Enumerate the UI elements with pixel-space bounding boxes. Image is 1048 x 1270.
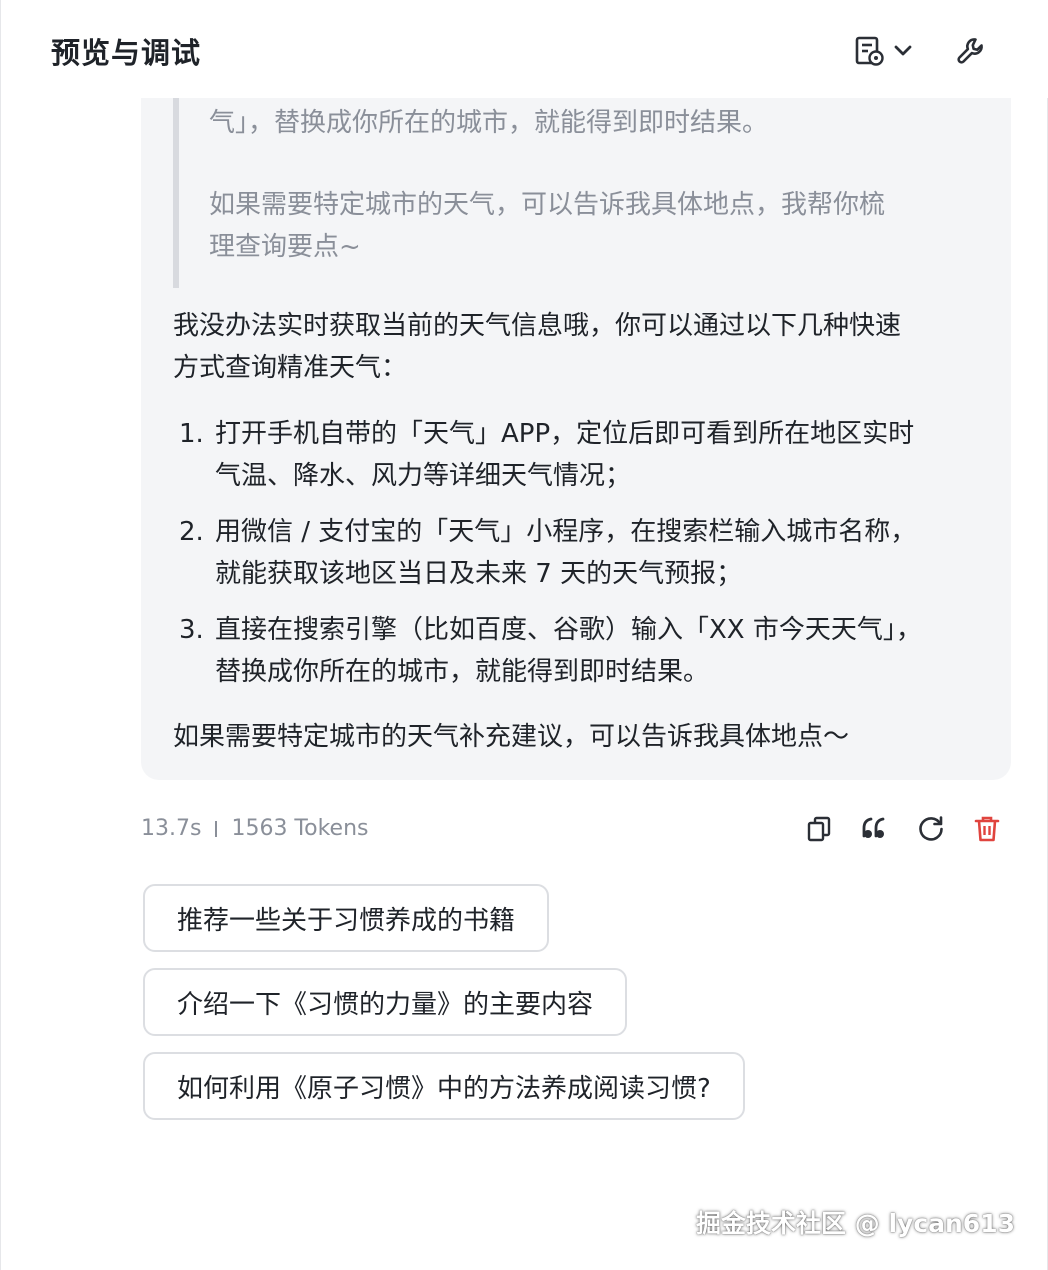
response-time: 13.7s — [141, 816, 202, 841]
list-item: 3. 直接在搜索引擎（比如百度、谷歌）输入「XX 市今天天气」， 替换成你所在的… — [179, 615, 922, 687]
debug-tools-button[interactable] — [955, 32, 989, 70]
quote-icon — [861, 816, 889, 846]
panel-header: 预览与调试 — [1, 0, 1048, 98]
quote-line: 如果需要特定城市的天气，可以告诉我具体地点，我帮你梳 — [209, 190, 886, 220]
meta-divider — [215, 820, 218, 837]
quote-button[interactable] — [861, 816, 889, 846]
quote-line: 气」，替换成你所在的城市，就能得到即时结果。 — [209, 108, 769, 138]
suggested-question-2[interactable]: 介绍一下《习惯的力量》的主要内容 — [143, 968, 628, 1036]
trash-icon — [974, 815, 1000, 847]
regenerate-button[interactable] — [917, 816, 945, 846]
chat-scroll-area[interactable]: 3. 直接在搜索引擎（比如百度、谷歌）输入「XX市今天天 气」，替换成你所在的城… — [1, 98, 1048, 1270]
suggested-question-3[interactable]: 如何利用《原子习惯》中的方法养成阅读习惯? — [143, 1052, 745, 1120]
suggested-question-1[interactable]: 推荐一些关于习惯养成的书籍 — [143, 884, 550, 952]
list-item: 1. 打开手机自带的「天气」APP，定位后即可看到所在地区实时 气温、降水、风力… — [179, 419, 915, 491]
quote-line: 理查询要点~ — [209, 232, 361, 262]
document-settings-button[interactable] — [853, 32, 919, 70]
copy-button[interactable] — [805, 816, 833, 846]
token-count: 1563 Tokens — [231, 816, 369, 841]
answer-closing: 如果需要特定城市的天气补充建议，可以告诉我具体地点～ — [173, 722, 850, 752]
page-title: 预览与调试 — [51, 36, 202, 70]
list-item: 2. 用微信 / 支付宝的「天气」小程序，在搜索栏输入城市名称， 就能获取该地区… — [179, 517, 917, 589]
quoted-previous-reply: 3. 直接在搜索引擎（比如百度、谷歌）输入「XX市今天天 气」，替换成你所在的城… — [173, 98, 973, 288]
watermark: 掘金技术社区 @ lycan613 — [696, 1209, 1015, 1238]
document-settings-icon — [853, 35, 885, 67]
refresh-icon — [917, 815, 945, 847]
copy-icon — [806, 815, 832, 847]
delete-button[interactable] — [973, 816, 1001, 846]
answer-intro: 方式查询精准天气： — [173, 353, 408, 383]
wrench-icon — [955, 35, 987, 67]
response-meta: 13.7s 1563 Tokens — [141, 816, 369, 841]
preview-debug-panel: 预览与调试 气」，替换成你所在的城市，就能得到即时结果。 如果需要特定城市的天气… — [0, 0, 1048, 1270]
chevron-down-icon — [893, 44, 913, 58]
answer-intro: 我没办法实时获取当前的天气信息哦，你可以通过以下几种快速 — [173, 311, 902, 341]
